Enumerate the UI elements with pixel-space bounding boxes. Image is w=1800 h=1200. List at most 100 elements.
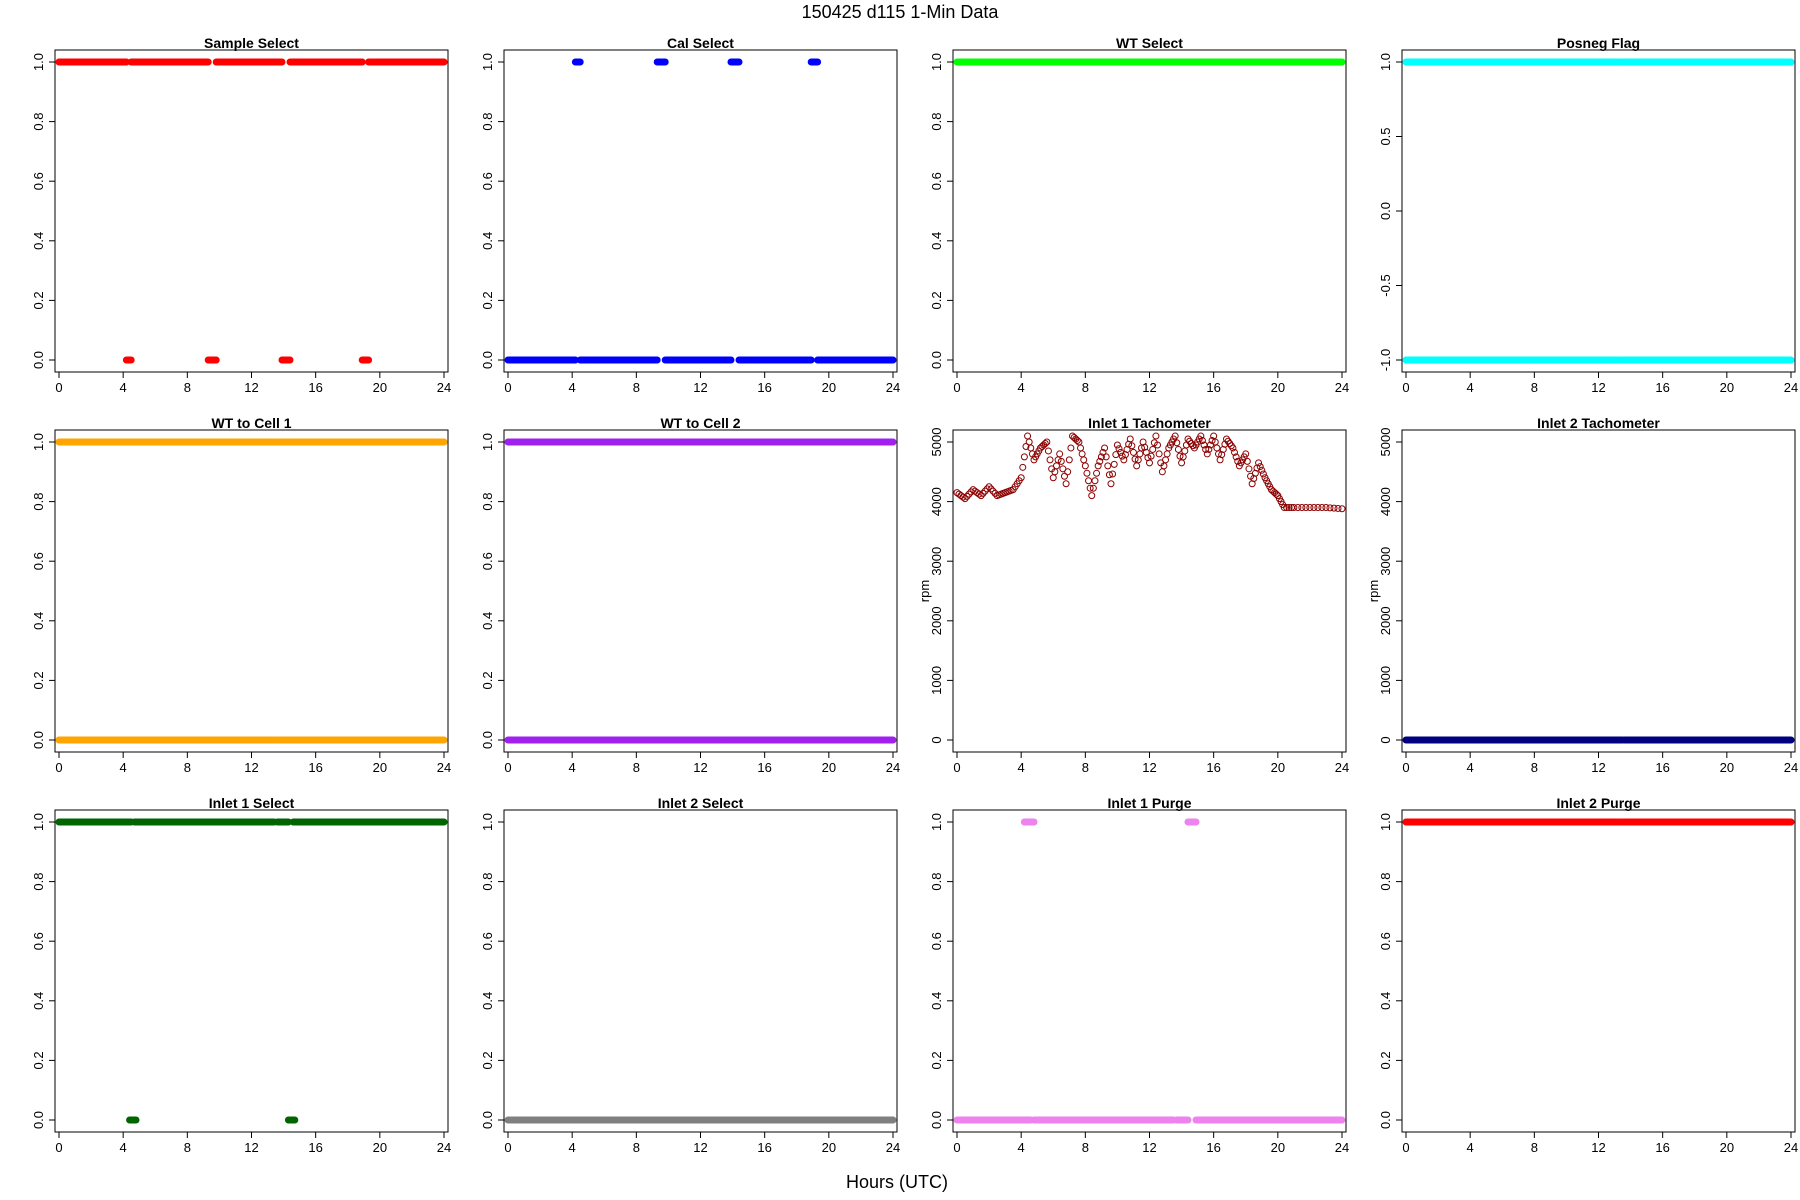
y-tick-label: 0.4 [480, 232, 495, 250]
data-point [1024, 432, 1032, 440]
x-tick-label: 8 [633, 760, 640, 775]
y-axis-label: rpm [1366, 580, 1381, 602]
data-point [1056, 450, 1064, 458]
y-tick-label: 3000 [929, 547, 944, 576]
y-tick-label: 0.4 [31, 232, 46, 250]
y-tick-label: 0.8 [929, 873, 944, 891]
y-tick-label: 0.4 [480, 992, 495, 1010]
x-tick-label: 24 [1335, 760, 1349, 775]
y-tick-label: 0.0 [929, 1111, 944, 1129]
panel-sample-select: Sample Select 0 4 8 12 16 20 24 0.0 0.2 0.4 0.6 0.8 1… [31, 35, 451, 395]
plot-frame [503, 809, 898, 1133]
x-tick-label: 8 [1531, 1140, 1538, 1155]
y-tick-label: 0.8 [480, 873, 495, 891]
y-tick-label: 4000 [1378, 487, 1393, 516]
y-tick-label: 0.8 [480, 113, 495, 131]
data-point [1085, 477, 1093, 485]
data-series [55, 438, 448, 744]
x-tick-label: 20 [1720, 380, 1734, 395]
y-tick-label: 0 [1378, 736, 1393, 743]
y-tick-label: 1.0 [480, 433, 495, 451]
x-tick-label: 12 [693, 1140, 707, 1155]
y-tick-label: 1.0 [31, 813, 46, 831]
x-tick-label: 8 [1531, 760, 1538, 775]
panel-inlet-2-purge: Inlet 2 Purge 0 4 8 12 16 20 24 0.0 0.2 0.4 0.6 0.8 1… [1378, 795, 1798, 1155]
panel-title: WT Select [1116, 35, 1183, 51]
y-tick-label: -1.0 [1378, 349, 1393, 371]
x-tick-label: 0 [504, 760, 511, 775]
data-point [1081, 462, 1089, 470]
x-tick-label: 8 [184, 380, 191, 395]
figure-title: 150425 d115 1-Min Data [802, 2, 1000, 22]
y-tick-label: 1.0 [31, 433, 46, 451]
y-tick-label: 0.6 [480, 552, 495, 570]
y-tick-label: 0.4 [31, 992, 46, 1010]
y-tick-label: 0.4 [1378, 992, 1393, 1010]
x-tick-label: 4 [1018, 1140, 1025, 1155]
y-tick-label: -0.5 [1378, 274, 1393, 296]
data-point [1020, 453, 1028, 461]
figure: 150425 d115 1-Min Data Sample Select 0 4 8 1… [31, 2, 1798, 1192]
data-point [1064, 468, 1072, 476]
plot-frame [54, 429, 449, 753]
data-point [1158, 468, 1166, 476]
panel-title: Cal Select [667, 35, 734, 51]
x-tick-label: 20 [1271, 380, 1285, 395]
x-tick-label: 16 [1655, 1140, 1669, 1155]
x-tick-label: 0 [55, 1140, 62, 1155]
y-tick-label: 1.0 [1378, 813, 1393, 831]
panel-title: Posneg Flag [1557, 35, 1640, 51]
x-tick-label: 8 [1082, 380, 1089, 395]
x-tick-label: 24 [886, 380, 900, 395]
data-point [1258, 466, 1266, 474]
panel-title: WT to Cell 1 [211, 415, 291, 431]
x-tick-label: 20 [822, 380, 836, 395]
x-tick-label: 8 [184, 1140, 191, 1155]
x-tick-label: 24 [1784, 760, 1798, 775]
y-tick-label: 1000 [1378, 666, 1393, 695]
plot-frame [1401, 809, 1796, 1133]
x-tick-label: 16 [308, 380, 322, 395]
x-tick-label: 4 [1467, 760, 1474, 775]
x-tick-label: 0 [953, 760, 960, 775]
y-tick-label: 5000 [1378, 428, 1393, 457]
y-tick-label: 0.8 [31, 873, 46, 891]
y-tick-label: 0.0 [31, 1111, 46, 1129]
x-tick-label: 20 [1720, 760, 1734, 775]
x-tick-label: 12 [693, 760, 707, 775]
y-tick-label: 0.8 [1378, 873, 1393, 891]
y-tick-label: 0.2 [480, 291, 495, 309]
x-tick-label: 8 [1082, 760, 1089, 775]
x-tick-label: 12 [1591, 1140, 1605, 1155]
y-tick-label: 0.2 [480, 1051, 495, 1069]
x-tick-label: 8 [633, 1140, 640, 1155]
data-point [953, 489, 961, 497]
y-tick-label: 0.5 [1378, 127, 1393, 145]
data-point [1155, 450, 1163, 458]
x-tick-label: 12 [1142, 1140, 1156, 1155]
data-point [1338, 505, 1346, 513]
panel-inlet-1-purge: Inlet 1 Purge 0 4 8 12 16 20 24 0.0 0.2 0.4 0.6 0.8 1… [929, 795, 1349, 1155]
x-tick-label: 24 [437, 380, 451, 395]
data-series [953, 432, 1346, 513]
y-tick-label: 5000 [929, 428, 944, 457]
y-tick-label: 0.2 [929, 291, 944, 309]
y-tick-label: 0.4 [31, 612, 46, 630]
y-tick-label: 0.0 [480, 1111, 495, 1129]
data-point [1065, 456, 1073, 464]
x-tick-label: 20 [1720, 1140, 1734, 1155]
y-tick-label: 2000 [1378, 606, 1393, 635]
y-tick-label: 0.2 [31, 1051, 46, 1069]
y-tick-label: 0.0 [480, 731, 495, 749]
panel-wt-to-cell-1: WT to Cell 1 0 4 8 12 16 20 24 0.0 0.2 0.4 0.6 0.8 1.… [31, 415, 451, 775]
y-tick-label: 0.2 [929, 1051, 944, 1069]
x-tick-label: 16 [308, 1140, 322, 1155]
data-point [1174, 445, 1182, 453]
data-series [55, 58, 448, 364]
data-point [1245, 465, 1253, 473]
x-tick-label: 12 [1591, 760, 1605, 775]
y-tick-label: 0.8 [31, 493, 46, 511]
x-tick-label: 0 [1402, 380, 1409, 395]
x-tick-label: 0 [953, 380, 960, 395]
x-tick-label: 4 [1467, 1140, 1474, 1155]
